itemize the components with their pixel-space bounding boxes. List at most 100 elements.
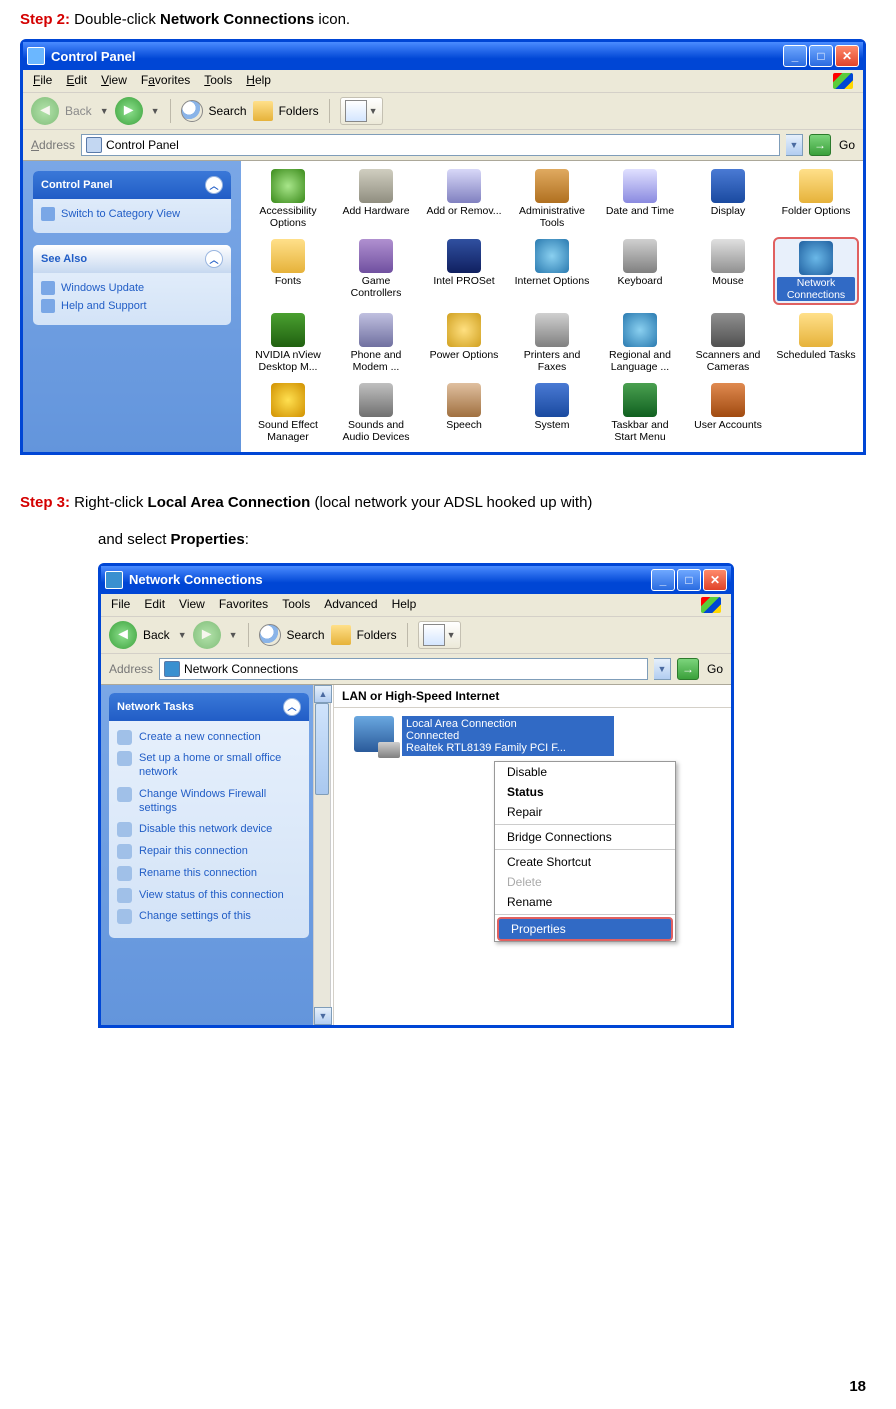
task-change-settings[interactable]: Change settings of this bbox=[117, 906, 301, 928]
back-menu-chevron-icon[interactable]: ▼ bbox=[100, 106, 109, 116]
item-scanners[interactable]: Scanners and Cameras bbox=[685, 311, 771, 375]
item-accessibility[interactable]: Accessibility Options bbox=[245, 167, 331, 231]
titlebar[interactable]: Control Panel _ □ ✕ bbox=[23, 42, 863, 70]
link-windows-update[interactable]: Windows Update bbox=[41, 279, 223, 297]
minimize-button[interactable]: _ bbox=[783, 45, 807, 67]
close-button[interactable]: ✕ bbox=[703, 569, 727, 591]
ctx-status[interactable]: Status bbox=[495, 782, 675, 802]
maximize-button[interactable]: □ bbox=[677, 569, 701, 591]
folders-label[interactable]: Folders bbox=[357, 628, 397, 642]
views-button[interactable]: ▼ bbox=[340, 97, 383, 125]
search-icon[interactable] bbox=[181, 100, 203, 122]
panel-sa-header[interactable]: See Also ︿ bbox=[33, 245, 231, 273]
item-printers[interactable]: Printers and Faxes bbox=[509, 311, 595, 375]
item-nvidia[interactable]: NVIDIA nView Desktop M... bbox=[245, 311, 331, 375]
fwd-menu-chevron-icon[interactable]: ▼ bbox=[151, 106, 160, 116]
menu-tools[interactable]: Tools bbox=[282, 597, 310, 613]
address-input[interactable]: Control Panel bbox=[81, 134, 780, 156]
folders-icon[interactable] bbox=[331, 625, 351, 645]
forward-button[interactable]: ► bbox=[115, 97, 143, 125]
task-disable-device[interactable]: Disable this network device bbox=[117, 819, 301, 841]
local-area-connection-item[interactable]: Local Area Connection Connected Realtek … bbox=[354, 716, 614, 756]
menu-edit[interactable]: Edit bbox=[144, 597, 165, 613]
item-game-controllers[interactable]: Game Controllers bbox=[333, 237, 419, 305]
search-icon[interactable] bbox=[259, 624, 281, 646]
task-setup-network[interactable]: Set up a home or small office network bbox=[117, 748, 301, 784]
item-speech[interactable]: Speech bbox=[421, 381, 507, 445]
go-button[interactable]: → bbox=[809, 134, 831, 156]
forward-button[interactable]: ► bbox=[193, 621, 221, 649]
item-add-remove[interactable]: Add or Remov... bbox=[421, 167, 507, 231]
fwd-chevron-icon[interactable]: ▼ bbox=[229, 630, 238, 640]
panel-cp-header[interactable]: Control Panel ︿ bbox=[33, 171, 231, 199]
back-button[interactable]: ◄ bbox=[31, 97, 59, 125]
panel-header[interactable]: Network Tasks ︿ bbox=[109, 693, 309, 721]
address-dropdown[interactable]: ▼ bbox=[654, 658, 671, 680]
item-scheduled-tasks[interactable]: Scheduled Tasks bbox=[773, 311, 859, 375]
item-internet-options[interactable]: Internet Options bbox=[509, 237, 595, 305]
chevron-up-icon[interactable]: ︿ bbox=[283, 698, 301, 716]
item-intel-proset[interactable]: Intel PROSet bbox=[421, 237, 507, 305]
close-button[interactable]: ✕ bbox=[835, 45, 859, 67]
item-network-connections[interactable]: Network Connections bbox=[773, 237, 859, 305]
views-button[interactable]: ▼ bbox=[418, 621, 461, 649]
menu-favorites[interactable]: Favorites bbox=[219, 597, 268, 613]
search-label[interactable]: Search bbox=[287, 628, 325, 642]
item-sounds-audio[interactable]: Sounds and Audio Devices bbox=[333, 381, 419, 445]
task-view-status[interactable]: View status of this connection bbox=[117, 885, 301, 907]
ctx-bridge[interactable]: Bridge Connections bbox=[495, 827, 675, 847]
search-label[interactable]: Search bbox=[209, 104, 247, 118]
address-dropdown[interactable]: ▼ bbox=[786, 134, 803, 156]
item-power-options[interactable]: Power Options bbox=[421, 311, 507, 375]
item-system[interactable]: System bbox=[509, 381, 595, 445]
menu-help[interactable]: Help bbox=[246, 73, 271, 89]
item-mouse[interactable]: Mouse bbox=[685, 237, 771, 305]
address-input[interactable]: Network Connections bbox=[159, 658, 648, 680]
menu-view[interactable]: View bbox=[179, 597, 205, 613]
task-firewall[interactable]: Change Windows Firewall settings bbox=[117, 784, 301, 820]
ctx-shortcut[interactable]: Create Shortcut bbox=[495, 852, 675, 872]
menu-edit[interactable]: Edit bbox=[66, 73, 87, 89]
go-button[interactable]: → bbox=[677, 658, 699, 680]
back-button[interactable]: ◄ bbox=[109, 621, 137, 649]
link-help-support[interactable]: Help and Support bbox=[41, 297, 223, 315]
minimize-button[interactable]: _ bbox=[651, 569, 675, 591]
ctx-disable[interactable]: Disable bbox=[495, 762, 675, 782]
task-create-connection[interactable]: Create a new connection bbox=[117, 727, 301, 749]
item-admin-tools[interactable]: Administrative Tools bbox=[509, 167, 595, 231]
item-taskbar[interactable]: Taskbar and Start Menu bbox=[597, 381, 683, 445]
task-repair[interactable]: Repair this connection bbox=[117, 841, 301, 863]
item-folder-options[interactable]: Folder Options bbox=[773, 167, 859, 231]
titlebar[interactable]: Network Connections _ □ ✕ bbox=[101, 566, 731, 594]
ctx-properties[interactable]: Properties bbox=[497, 917, 673, 941]
item-date-time[interactable]: Date and Time bbox=[597, 167, 683, 231]
scroll-thumb[interactable] bbox=[315, 703, 329, 795]
item-phone-modem[interactable]: Phone and Modem ... bbox=[333, 311, 419, 375]
task-rename[interactable]: Rename this connection bbox=[117, 863, 301, 885]
item-user-accounts[interactable]: User Accounts bbox=[685, 381, 771, 445]
folders-label[interactable]: Folders bbox=[279, 104, 319, 118]
menu-favorites[interactable]: Favorites bbox=[141, 73, 190, 89]
back-chevron-icon[interactable]: ▼ bbox=[178, 630, 187, 640]
menu-file[interactable]: File bbox=[111, 597, 130, 613]
sidebar-scrollbar[interactable]: ▲ ▼ bbox=[313, 685, 331, 1025]
scroll-up-button[interactable]: ▲ bbox=[314, 685, 332, 703]
chevron-up-icon[interactable]: ︿ bbox=[205, 176, 223, 194]
ctx-repair[interactable]: Repair bbox=[495, 802, 675, 822]
item-keyboard[interactable]: Keyboard bbox=[597, 237, 683, 305]
maximize-button[interactable]: □ bbox=[809, 45, 833, 67]
item-add-hardware[interactable]: Add Hardware bbox=[333, 167, 419, 231]
chevron-up-icon[interactable]: ︿ bbox=[205, 250, 223, 268]
scroll-down-button[interactable]: ▼ bbox=[314, 1007, 332, 1025]
menu-view[interactable]: View bbox=[101, 73, 127, 89]
folders-icon[interactable] bbox=[253, 101, 273, 121]
menu-file[interactable]: File bbox=[33, 73, 52, 89]
link-category-view[interactable]: Switch to Category View bbox=[41, 205, 223, 223]
item-regional[interactable]: Regional and Language ... bbox=[597, 311, 683, 375]
menu-help[interactable]: Help bbox=[392, 597, 417, 613]
item-display[interactable]: Display bbox=[685, 167, 771, 231]
item-sound-effect[interactable]: Sound Effect Manager bbox=[245, 381, 331, 445]
menu-advanced[interactable]: Advanced bbox=[324, 597, 377, 613]
menu-tools[interactable]: Tools bbox=[204, 73, 232, 89]
item-fonts[interactable]: Fonts bbox=[245, 237, 331, 305]
